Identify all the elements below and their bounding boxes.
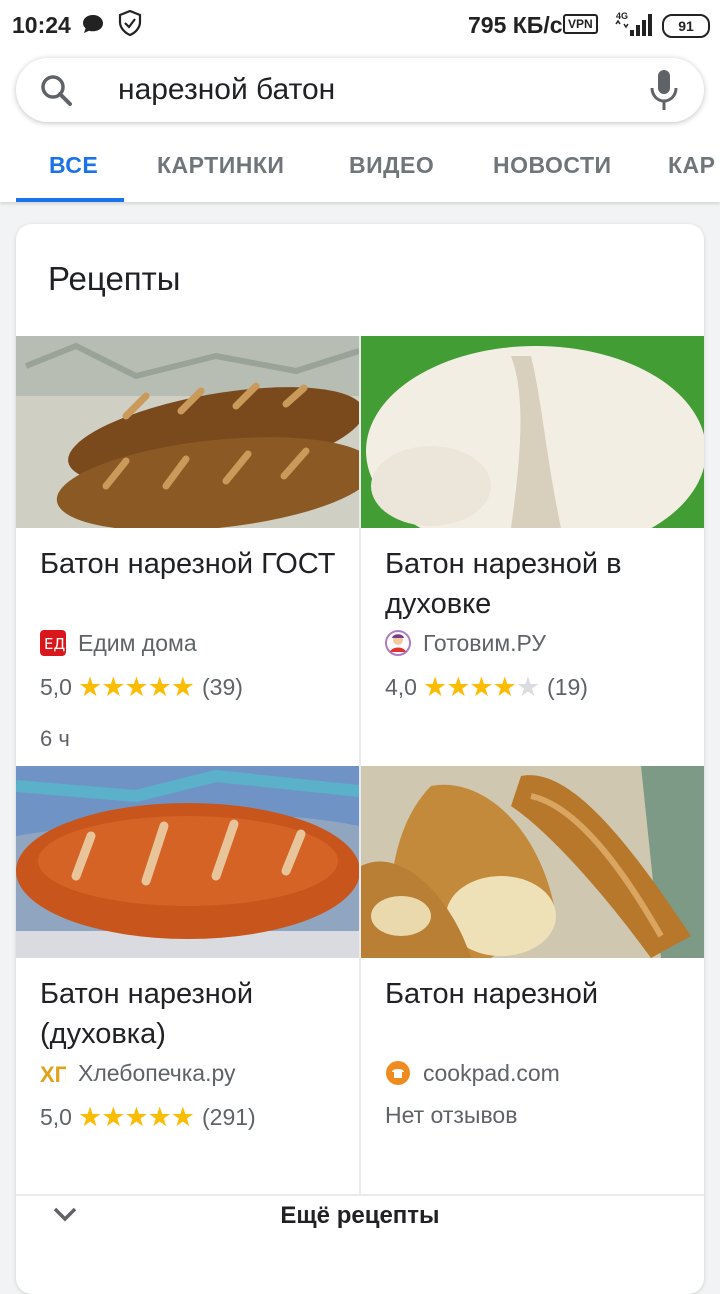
shield-icon [118, 10, 142, 36]
rating-value: 4,0 [385, 674, 417, 700]
hlebopechka-logo-icon: ХП [40, 1062, 66, 1086]
status-bar: 10:24 795 КБ/с VPN 4G 91 [0, 0, 720, 50]
cookpad-logo-icon [386, 1061, 410, 1085]
vpn-badge: VPN [563, 14, 598, 34]
message-icon [83, 15, 103, 33]
recipe-source: cookpad.com [385, 1058, 560, 1088]
recipe-rating: 5,0 ★★★★★ (291) [40, 1102, 256, 1133]
review-count: (291) [202, 1104, 256, 1130]
active-tab-indicator [16, 198, 124, 202]
recipe-title: Батон нарезной (духовка) [40, 978, 254, 1050]
svg-text:ХП: ХП [40, 1062, 66, 1086]
recipe-card[interactable]: Батон нарезной ГОСТ ЕД Едим дома 5,0 ★★★… [16, 336, 359, 766]
more-recipes-label: Ещё рецепты [280, 1202, 440, 1229]
search-box[interactable]: нарезной батон [16, 58, 704, 122]
source-name: cookpad.com [423, 1059, 560, 1086]
tab-images[interactable]: КАРТИНКИ [157, 152, 284, 179]
search-icon[interactable] [38, 72, 74, 108]
source-name: Едим дома [78, 629, 197, 656]
recipe-card[interactable]: Батон нарезной cookpad.com Нет отзывов [361, 766, 704, 1196]
grid-divider-vertical [359, 336, 361, 1196]
recipe-image [361, 336, 704, 528]
search-tabs: ВСЕ КАРТИНКИ ВИДЕО НОВОСТИ КАР [0, 136, 720, 202]
recipe-image [16, 336, 359, 528]
recipe-card[interactable]: Батон нарезной (духовка) ХП Хлебопечка.р… [16, 766, 359, 1196]
recipe-image [16, 766, 359, 958]
recipe-rating: 4,0 ★★★★★ (19) [385, 672, 588, 703]
rating-stars: ★★★★★ [422, 672, 540, 702]
no-reviews: Нет отзывов [385, 1102, 518, 1128]
rating-value: 5,0 [40, 1104, 72, 1130]
source-name: Готовим.РУ [423, 629, 546, 656]
recipe-title: Батон нарезной в духовке [385, 548, 622, 620]
recipe-source: ЕД Едим дома [40, 628, 197, 658]
recipes-card: Рецепты Батон нарезной ГОСТ ЕД Едим дома… [16, 224, 704, 1294]
recipe-title: Батон нарезной ГОСТ [40, 548, 336, 580]
search-input[interactable]: нарезной батон [118, 72, 335, 108]
gotovim-logo-icon [385, 630, 411, 656]
search-header: нарезной батон ВСЕ КАРТИНКИ ВИДЕО НОВОСТ… [0, 50, 720, 202]
tab-more-truncated[interactable]: КАР [668, 152, 716, 179]
tab-video[interactable]: ВИДЕО [349, 152, 434, 179]
microphone-icon[interactable] [648, 68, 680, 112]
recipe-source: Готовим.РУ [385, 628, 546, 658]
tab-all[interactable]: ВСЕ [49, 152, 98, 179]
more-recipes-button[interactable]: Ещё рецепты [16, 1196, 704, 1294]
battery-indicator: 91 [662, 14, 710, 38]
recipe-card[interactable]: Батон нарезной в духовке Готовим.РУ 4,0 … [361, 336, 704, 766]
rating-stars: ★★★★★ [77, 672, 195, 702]
review-count: (39) [202, 674, 243, 700]
recipe-source: ХП Хлебопечка.ру [40, 1058, 236, 1088]
svg-text:ЕД: ЕД [44, 635, 65, 653]
recipe-image [361, 766, 704, 958]
rating-value: 5,0 [40, 674, 72, 700]
recipe-rating: 5,0 ★★★★★ (39) [40, 672, 243, 703]
signal-icon: 4G [615, 11, 652, 36]
source-name: Хлебопечка.ру [78, 1059, 236, 1086]
recipes-title: Рецепты [48, 260, 181, 297]
network-type: 4G [616, 11, 628, 21]
edim-doma-logo-icon: ЕД [40, 630, 66, 656]
cook-time: 6 ч [40, 726, 70, 751]
rating-stars: ★★★★★ [77, 1102, 195, 1132]
status-time: 10:24 [12, 12, 71, 38]
recipe-title: Батон нарезной [385, 978, 599, 1010]
network-speed: 795 КБ/с [468, 12, 563, 38]
review-count: (19) [547, 674, 588, 700]
tab-news[interactable]: НОВОСТИ [493, 152, 612, 179]
